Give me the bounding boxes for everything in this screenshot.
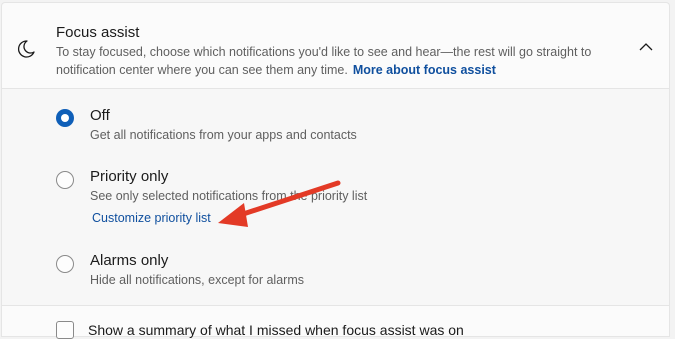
more-about-link[interactable]: More about focus assist (353, 63, 496, 77)
option-title: Alarms only (90, 252, 169, 269)
moon-icon (18, 40, 35, 58)
option-title: Priority only (90, 168, 169, 185)
summary-row[interactable]: Show a summary of what I missed when foc… (1, 305, 670, 339)
option-description: Get all notifications from your apps and… (90, 128, 357, 142)
option-title: Off (90, 107, 110, 124)
header-description: To stay focused, choose which notificati… (56, 43, 626, 79)
annotation-arrow (218, 180, 341, 227)
summary-checkbox[interactable] (56, 321, 74, 339)
radio-off[interactable] (56, 109, 74, 127)
summary-label: Show a summary of what I missed when foc… (88, 322, 464, 338)
chevron-up-icon[interactable] (638, 41, 654, 53)
page-title: Focus assist (56, 24, 140, 41)
description-text: To stay focused, choose which notificati… (56, 45, 592, 77)
option-description: Hide all notifications, except for alarm… (90, 273, 304, 287)
radio-priority-only[interactable] (56, 171, 74, 189)
radio-alarms-only[interactable] (56, 255, 74, 273)
customize-priority-link[interactable]: Customize priority list (92, 211, 211, 225)
focus-assist-header[interactable]: Focus assist To stay focused, choose whi… (1, 2, 670, 88)
